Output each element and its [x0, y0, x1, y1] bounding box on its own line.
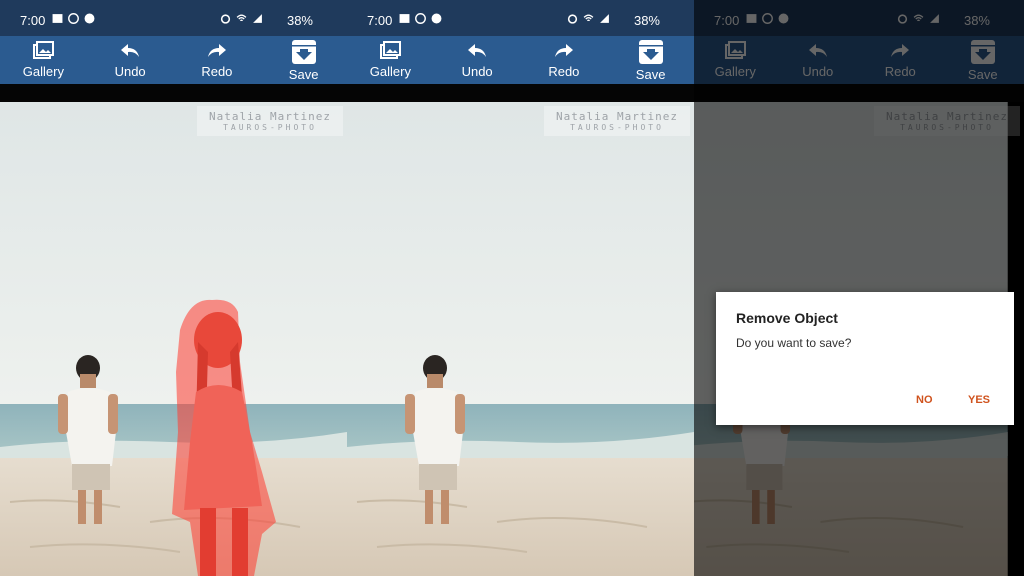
screenshot-panel-save-dialog: 7:00 38% Gallery Undo Redo Save: [694, 0, 1024, 576]
save-icon: [291, 39, 316, 64]
no-button[interactable]: NO: [916, 394, 933, 406]
gallery-label: Gallery: [369, 64, 411, 79]
photo-watermark: Natalia Martinez TAUROS-PHOTO: [544, 106, 690, 136]
gallery-icon: [380, 41, 402, 59]
redo-label: Redo: [548, 64, 580, 79]
wifi-icon: [583, 14, 594, 22]
watermark-subtitle: TAUROS-PHOTO: [570, 123, 664, 132]
status-bar: 7:00 38%: [347, 0, 694, 36]
screenshot-panel-result: 7:00 38% Gallery Undo Redo Save Natalia …: [347, 0, 694, 576]
beach-scene: [347, 102, 694, 576]
undo-icon: [468, 44, 487, 57]
redo-button[interactable]: Redo: [521, 36, 608, 84]
undo-label: Undo: [461, 64, 493, 79]
spotify-icon: [431, 13, 442, 24]
modal-scrim[interactable]: [694, 0, 1024, 576]
image-icon: [52, 14, 63, 23]
screenshot-panel-masking: 7:00 38% Gallery Undo Redo Save Natalia …: [0, 0, 347, 576]
status-bar: 7:00 38%: [0, 0, 347, 36]
notification-icons: [399, 13, 442, 24]
undo-button[interactable]: Undo: [434, 36, 521, 84]
watermark-name: Natalia Martinez: [556, 110, 678, 123]
system-icons: [567, 13, 610, 24]
save-label: Save: [635, 66, 666, 82]
editor-toolbar: Gallery Undo Redo Save: [0, 36, 347, 84]
editor-toolbar: Gallery Undo Redo Save: [347, 36, 694, 84]
whatsapp-icon: [415, 13, 426, 24]
gallery-icon: [33, 41, 55, 59]
save-dialog: Remove Object Do you want to save? NO YE…: [716, 292, 1014, 425]
beach-photo[interactable]: Natalia Martinez TAUROS-PHOTO: [347, 102, 694, 576]
beach-scene: [0, 102, 347, 576]
signal-icon: [600, 14, 609, 23]
image-top-margin: [0, 84, 347, 102]
save-label: Save: [288, 66, 319, 82]
image-top-margin: [347, 84, 694, 102]
redo-icon: [554, 44, 573, 57]
redo-icon: [207, 44, 226, 57]
beach-photo[interactable]: Natalia Martinez TAUROS-PHOTO: [0, 102, 347, 576]
redo-label: Redo: [201, 64, 233, 79]
save-button[interactable]: Save: [607, 36, 694, 84]
spotify-icon: [84, 13, 95, 24]
dialog-message: Do you want to save?: [736, 336, 852, 350]
undo-button[interactable]: Undo: [87, 36, 174, 84]
gallery-button[interactable]: Gallery: [0, 36, 87, 84]
system-icons: [220, 13, 263, 24]
gallery-button[interactable]: Gallery: [347, 36, 434, 84]
watermark-name: Natalia Martinez: [209, 110, 331, 123]
signal-icon: [253, 14, 262, 23]
battery-percent: 38%: [286, 13, 313, 28]
yes-button[interactable]: YES: [968, 394, 990, 406]
gallery-label: Gallery: [22, 64, 64, 79]
wifi-icon: [236, 14, 247, 22]
save-button[interactable]: Save: [260, 36, 347, 84]
image-icon: [399, 14, 410, 23]
undo-icon: [121, 44, 140, 57]
alarm-icon: [567, 14, 578, 24]
watermark-subtitle: TAUROS-PHOTO: [223, 123, 317, 132]
whatsapp-icon: [68, 13, 79, 24]
redo-button[interactable]: Redo: [174, 36, 261, 84]
status-time: 7:00: [20, 13, 46, 28]
undo-label: Undo: [114, 64, 146, 79]
notification-icons: [52, 13, 95, 24]
status-time: 7:00: [367, 13, 393, 28]
battery-percent: 38%: [633, 13, 660, 28]
dialog-title: Remove Object: [736, 310, 838, 326]
alarm-icon: [220, 14, 231, 24]
save-icon: [638, 39, 663, 64]
photo-watermark: Natalia Martinez TAUROS-PHOTO: [197, 106, 343, 136]
